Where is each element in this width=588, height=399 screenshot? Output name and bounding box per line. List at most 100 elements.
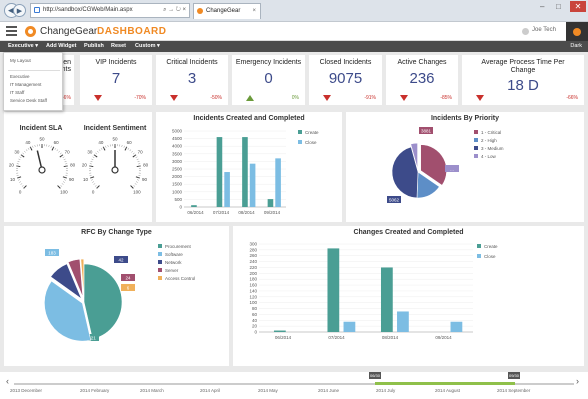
pie-data-label: 3881 bbox=[421, 129, 432, 134]
bar-create bbox=[242, 137, 248, 207]
menu-icon[interactable] bbox=[6, 26, 17, 36]
kpi-tile[interactable]: Emergency Incidents 0 0% bbox=[232, 55, 305, 105]
y-tick-label: 100 bbox=[249, 300, 257, 305]
gauge-minor-tick bbox=[92, 156, 95, 158]
kpi-value: 18 D bbox=[507, 77, 539, 94]
gauge-hub bbox=[38, 166, 46, 174]
close-tab-icon[interactable]: × bbox=[252, 4, 256, 19]
reset-button[interactable]: Reset bbox=[111, 41, 126, 52]
maximize-icon[interactable]: □ bbox=[556, 2, 561, 11]
kpi-tile[interactable]: Closed Incidents 9075 -91% bbox=[309, 55, 382, 105]
kpi-percent: -50% bbox=[210, 95, 222, 101]
timeline-left-arrow[interactable]: ‹ bbox=[6, 376, 9, 386]
y-tick-label: 3500 bbox=[172, 151, 183, 156]
y-tick-label: 1000 bbox=[172, 189, 183, 194]
timeline-end-handle[interactable]: 09/30 bbox=[508, 372, 520, 379]
gauge-minor-tick bbox=[58, 150, 60, 153]
legend-label: Server bbox=[165, 268, 179, 273]
gauge-minor-tick bbox=[132, 152, 135, 155]
kpi-percent: -70% bbox=[134, 95, 146, 101]
gauge-minor-tick bbox=[91, 158, 94, 160]
gauge-minor-tick bbox=[134, 183, 137, 185]
kpi-title: Average Process Time Per Change bbox=[481, 59, 565, 74]
gauge-minor-tick bbox=[18, 179, 21, 181]
dark-theme-button[interactable]: Dark bbox=[570, 41, 582, 52]
gauge-tick bbox=[57, 185, 61, 189]
timeline-right-arrow[interactable]: › bbox=[576, 376, 579, 386]
gauge-minor-tick bbox=[133, 185, 136, 187]
gauge-minor-tick bbox=[123, 145, 125, 148]
dropdown-header: My Layout bbox=[10, 58, 31, 63]
gauge-tick-label: 70 bbox=[65, 149, 71, 154]
y-tick-label: 220 bbox=[249, 265, 257, 270]
legend-swatch bbox=[158, 276, 162, 280]
legend-swatch bbox=[474, 154, 478, 158]
timeline-selection[interactable] bbox=[375, 382, 515, 385]
browser-tab[interactable]: ChangeGear × bbox=[193, 3, 261, 19]
gauge-minor-tick bbox=[107, 144, 109, 148]
gear-icon bbox=[573, 28, 581, 36]
y-tick-label: 3000 bbox=[172, 159, 183, 164]
forward-button[interactable]: ▶ bbox=[13, 4, 26, 17]
bar-close bbox=[397, 311, 409, 332]
gauge-minor-tick bbox=[136, 158, 139, 160]
legend-label: 1 - Critical bbox=[481, 130, 501, 135]
gauge-minor-tick bbox=[61, 183, 64, 185]
kpi-value: 0 bbox=[264, 70, 273, 87]
y-tick-label: 60 bbox=[252, 312, 258, 317]
kpi-tile[interactable]: Critical Incidents 3 -50% bbox=[156, 55, 228, 105]
y-tick-label: 4000 bbox=[172, 144, 183, 149]
gauge-minor-tick bbox=[91, 179, 94, 181]
kpi-tile[interactable]: Active Changes 236 -85% bbox=[386, 55, 458, 105]
gauge-minor-tick bbox=[94, 185, 97, 187]
layout-option[interactable]: IT Management bbox=[10, 82, 41, 87]
gauge-tick-label: 30 bbox=[14, 149, 20, 154]
add-widget-button[interactable]: Add Widget bbox=[46, 41, 77, 52]
y-tick-label: 2500 bbox=[172, 167, 183, 172]
timeline-label: 2014 September bbox=[497, 388, 531, 393]
gauge-tick-label: 20 bbox=[82, 163, 88, 168]
kpi-tile[interactable]: VIP Incidents 7 -70% bbox=[80, 55, 152, 105]
gauge-tick-label: 20 bbox=[9, 163, 15, 168]
kpi-title: Active Changes bbox=[397, 59, 447, 66]
x-tick-label: 08/2014 bbox=[238, 210, 255, 215]
gauge-minor-tick bbox=[34, 144, 36, 148]
gauge-tick-label: 60 bbox=[127, 140, 133, 145]
y-tick-label: 20 bbox=[252, 324, 258, 329]
gauge-minor-tick bbox=[24, 150, 26, 153]
bar-close bbox=[275, 158, 281, 207]
settings-button[interactable] bbox=[566, 22, 588, 41]
page: ◀ ▶ http://sandbox/CGWeb/Main.aspx ⌕ → ↻… bbox=[0, 0, 588, 399]
layout-menu[interactable]: Executive ▾ bbox=[8, 41, 38, 52]
gauge-hub bbox=[111, 166, 119, 174]
bar-close bbox=[450, 321, 463, 332]
gauge-minor-tick bbox=[60, 185, 63, 187]
legend-label: Procurement bbox=[165, 244, 192, 249]
custom-menu[interactable]: Custom ▾ bbox=[135, 41, 160, 52]
user-name[interactable]: Joe Tech bbox=[532, 27, 556, 33]
gauge-tick-label: 80 bbox=[143, 163, 149, 168]
layout-option[interactable]: IT Staff bbox=[10, 90, 24, 95]
kpi-title: VIP Incidents bbox=[95, 59, 137, 66]
y-tick-label: 5000 bbox=[172, 129, 183, 134]
kpi-tile[interactable]: Average Process Time Per Change 18 D -66… bbox=[462, 55, 584, 105]
y-tick-label: 80 bbox=[252, 306, 258, 311]
minimize-icon[interactable]: – bbox=[540, 2, 544, 11]
y-tick-label: 0 bbox=[179, 205, 182, 210]
address-tools[interactable]: ⌕ → ↻ × bbox=[163, 4, 186, 17]
bar-close bbox=[224, 172, 230, 207]
publish-button[interactable]: Publish bbox=[84, 41, 104, 52]
gauge-minor-tick bbox=[129, 149, 132, 152]
timeline-label: 2014 May bbox=[258, 388, 278, 393]
gauge-minor-tick bbox=[21, 185, 24, 187]
app-logo: ChangeGear bbox=[40, 26, 98, 37]
gauge-minor-tick bbox=[93, 183, 96, 185]
legend-label: Access Control bbox=[165, 276, 195, 281]
timeline-start-handle[interactable]: 06/30 bbox=[369, 372, 381, 379]
layout-option[interactable]: Service Desk Staff bbox=[10, 98, 47, 103]
bar-create bbox=[216, 137, 223, 207]
legend-label: 4 - Low bbox=[481, 154, 497, 159]
address-bar[interactable]: http://sandbox/CGWeb/Main.aspx ⌕ → ↻ × bbox=[30, 3, 190, 18]
window-close-icon[interactable]: ✕ bbox=[570, 1, 586, 12]
layout-option[interactable]: Executive bbox=[10, 74, 30, 79]
